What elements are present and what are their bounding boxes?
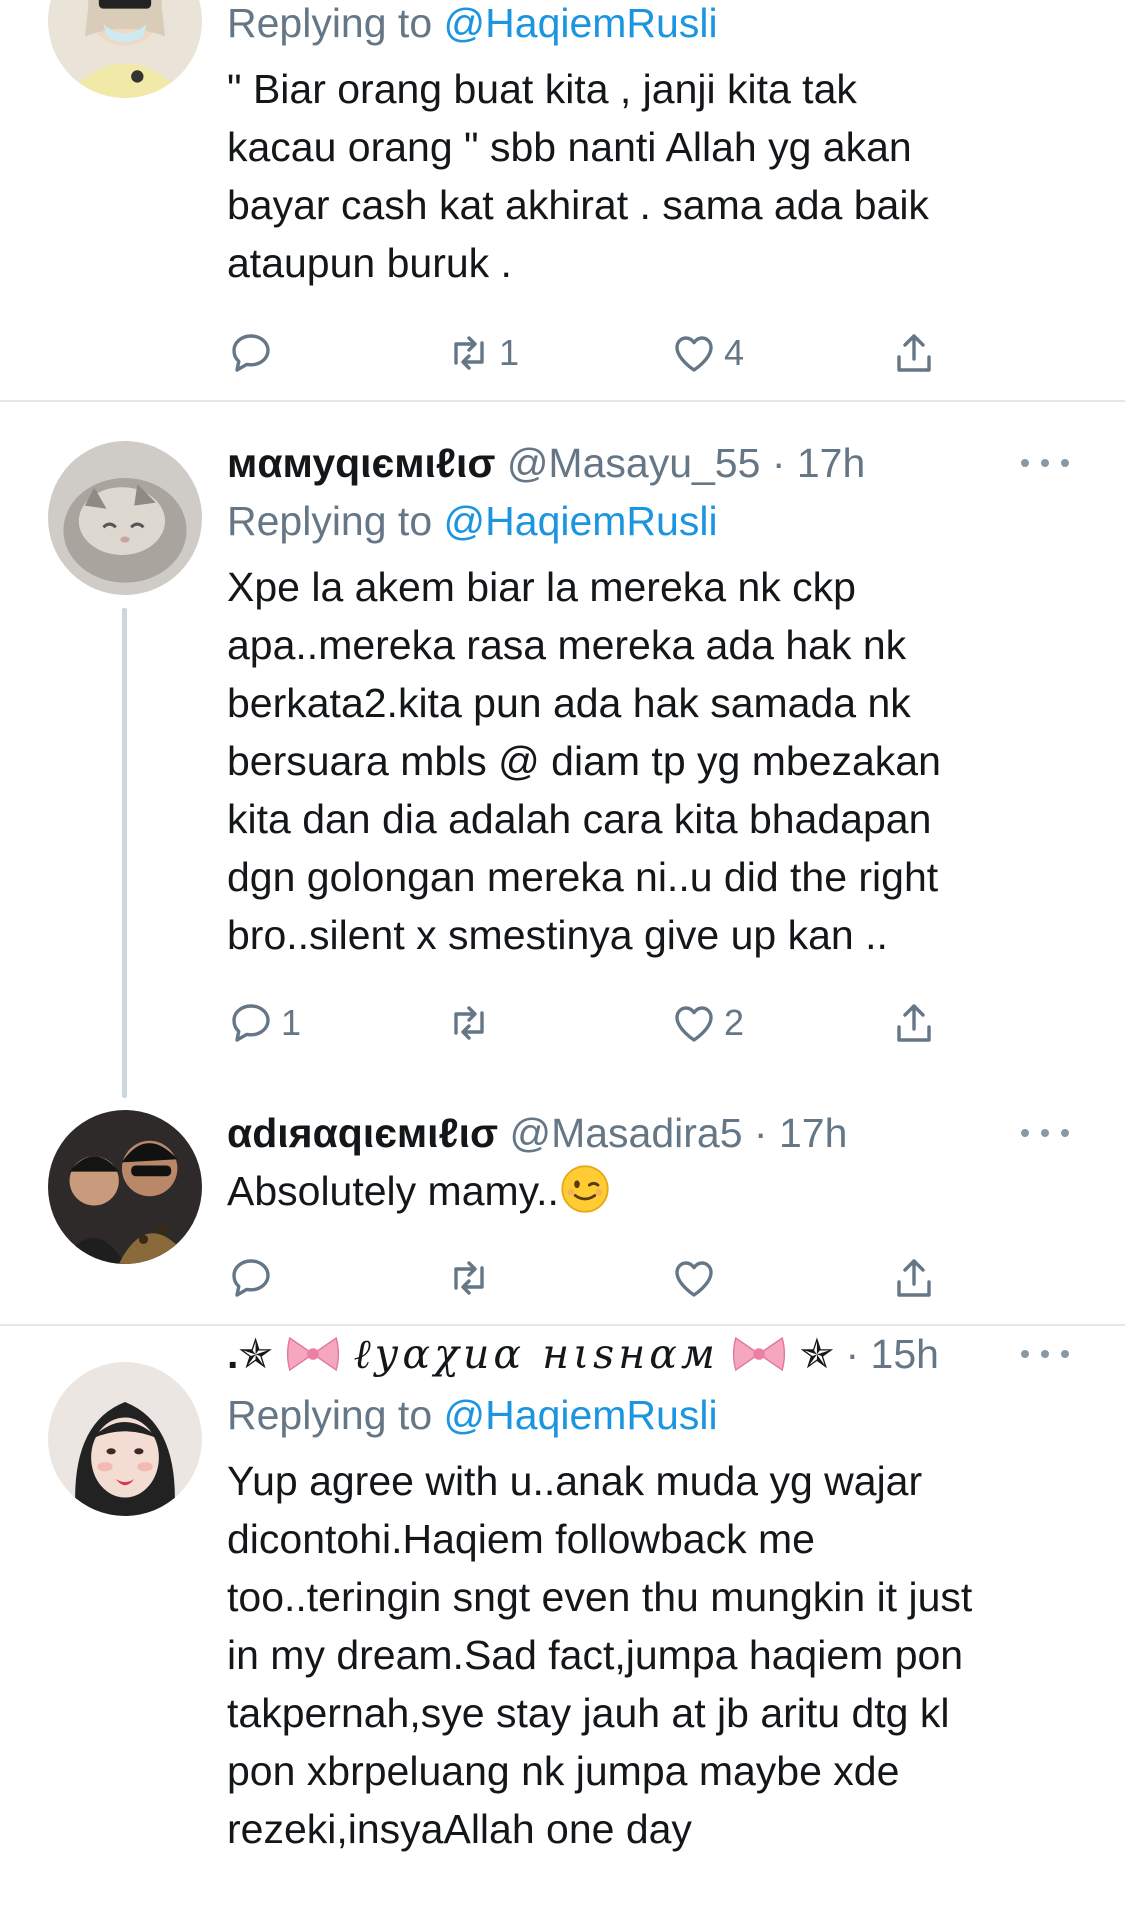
tweet-actions (227, 1249, 1007, 1307)
mention-link[interactable]: @HaqiemRusli (444, 0, 718, 46)
more-icon[interactable] (1021, 434, 1069, 492)
winking-face-icon (559, 1163, 611, 1215)
tweet-text-line: dgn golongan mereka ni..u did the right (227, 854, 939, 900)
retweet-count: 1 (499, 332, 520, 373)
tweet-header: αdιяαqιємιℓισ @Masadira5 · 17h (227, 1104, 1089, 1162)
like-button[interactable]: 2 (670, 994, 744, 1052)
share-button[interactable] (890, 324, 938, 382)
retweet-icon (445, 1254, 493, 1302)
retweet-button[interactable]: 1 (445, 324, 519, 382)
name-prefix: .✯ (227, 1331, 273, 1377)
reply-icon (227, 1254, 275, 1302)
timestamp[interactable]: 17h (797, 440, 865, 486)
tweet-actions: 1 2 (227, 994, 1007, 1052)
share-button[interactable] (890, 1249, 938, 1307)
tweet-text: Yup agree with u..anak muda yg wajar dic… (227, 1452, 1089, 1858)
share-icon (890, 1254, 938, 1302)
retweet-button[interactable] (445, 994, 499, 1052)
tweet-text: " Biar orang buat kita , janji kita tak … (227, 60, 1089, 292)
tweet-text-line: " Biar orang buat kita , janji kita tak (227, 66, 857, 112)
replying-to-label: Replying to (227, 0, 433, 46)
like-icon (670, 1254, 718, 1302)
separator-dot: · (753, 1110, 768, 1156)
like-icon (670, 999, 718, 1047)
reply-icon (227, 999, 275, 1047)
tweet-text-line: dicontohi.Haqiem followback me (227, 1516, 815, 1562)
tweet-text-line: in my dream.Sad fact,jumpa haqiem pon (227, 1632, 964, 1678)
separator-dot: · (845, 1331, 860, 1377)
mention-link[interactable]: @HaqiemRusli (444, 1392, 718, 1438)
more-icon[interactable] (1021, 1104, 1069, 1162)
display-name[interactable]: .✯ ℓуαχиα нιѕнαм ✯ (227, 1330, 845, 1378)
tweet-text-line: apa..mereka rasa mereka ada hak nk (227, 622, 907, 668)
tweet-text-line: Absolutely mamy.. (227, 1168, 559, 1214)
name-suffix: ✯ (799, 1331, 835, 1377)
share-icon (890, 329, 938, 377)
tweet-text-line: bayar cash kat akhirat . sama ada baik (227, 182, 929, 228)
tweet-text-line: bersuara mbls @ diam tp yg mbezakan (227, 738, 941, 784)
tweet-text-line: berkata2.kita pun ada hak samada nk (227, 680, 911, 726)
tweet-feed: Replying to @HaqiemRusli " Biar orang bu… (0, 0, 1125, 1905)
tweet-text-line: bro..silent x smestinya give up kan .. (227, 912, 888, 958)
like-count: 4 (724, 332, 745, 373)
like-button[interactable]: 4 (670, 324, 744, 382)
replying-to: Replying to @HaqiemRusli (227, 1386, 1089, 1444)
retweet-button[interactable] (445, 1249, 499, 1307)
tweet-text-line: Yup agree with u..anak muda yg wajar (227, 1458, 923, 1504)
more-icon[interactable] (1021, 1322, 1069, 1386)
tweet-3[interactable]: αdιяαqιємιℓισ @Masadira5 · 17h Absolutel… (0, 1072, 1125, 1326)
retweet-icon (445, 329, 493, 377)
like-button[interactable] (670, 1249, 724, 1307)
reply-button[interactable] (227, 1249, 281, 1307)
mention-link[interactable]: @HaqiemRusli (444, 498, 718, 544)
timestamp[interactable]: 15h (871, 1331, 939, 1377)
tweet-4[interactable]: .✯ ℓуαχиα нιѕнαм ✯ · 15h Replying to @Ha… (0, 1326, 1125, 1905)
reply-button[interactable]: 1 (227, 994, 301, 1052)
tweet-text: Xpe la akem biar la mereka nk ckp apa..m… (227, 558, 1089, 964)
share-icon (890, 999, 938, 1047)
tweet-header: мαмуqιємιℓισ @Masayu_55 · 17h (227, 434, 1089, 492)
avatar[interactable] (48, 441, 202, 595)
avatar[interactable] (48, 1110, 202, 1264)
display-name[interactable]: мαмуqιємιℓισ (227, 440, 495, 486)
replying-to-label: Replying to (227, 498, 433, 544)
like-icon (670, 329, 718, 377)
reply-count: 1 (281, 1002, 302, 1043)
timestamp[interactable]: 17h (779, 1110, 847, 1156)
tweet-text-line: kita dan dia adalah cara kita bhadapan (227, 796, 932, 842)
tweet-1[interactable]: Replying to @HaqiemRusli " Biar orang bu… (0, 0, 1125, 402)
tweet-header: .✯ ℓуαχиα нιѕнαм ✯ · 15h (227, 1322, 1089, 1386)
reply-icon (227, 329, 275, 377)
tweet-text-line: too..teringin sngt even thu mungkin it j… (227, 1574, 973, 1620)
name-core: ℓуαχиα нιѕнαм (353, 1330, 719, 1378)
share-button[interactable] (890, 994, 938, 1052)
tweet-text-line: ataupun buruk . (227, 240, 512, 286)
user-handle[interactable]: @Masayu_55 (507, 440, 761, 486)
tweet-text-line: pon xbrpeluang nk jumpa maybe xde (227, 1748, 900, 1794)
ribbon-icon (284, 1330, 342, 1374)
avatar[interactable] (48, 1362, 202, 1516)
replying-to-label: Replying to (227, 1392, 433, 1438)
user-handle[interactable]: @Masadira5 (509, 1110, 742, 1156)
replying-to: Replying to @HaqiemRusli (227, 0, 1089, 52)
tweet-actions: 1 4 (227, 324, 1007, 382)
reply-button[interactable] (227, 324, 281, 382)
tweet-2[interactable]: мαмуqιємιℓισ @Masayu_55 · 17h Replying t… (0, 402, 1125, 1098)
tweet-text-line: kacau orang " sbb nanti Allah yg akan (227, 124, 912, 170)
separator-dot: · (771, 440, 786, 486)
tweet-text-line: rezeki,insyaAllah one day (227, 1806, 692, 1852)
replying-to: Replying to @HaqiemRusli (227, 492, 1089, 550)
avatar[interactable] (48, 0, 202, 98)
tweet-text-line: Xpe la akem biar la mereka nk ckp (227, 564, 856, 610)
retweet-icon (445, 999, 493, 1047)
display-name[interactable]: αdιяαqιємιℓισ (227, 1110, 498, 1156)
like-count: 2 (724, 1002, 745, 1043)
thread-line (122, 608, 127, 1098)
tweet-text-line: takpernah,sye stay jauh at jb aritu dtg … (227, 1690, 950, 1736)
tweet-text: Absolutely mamy.. (227, 1162, 1089, 1220)
ribbon-icon (730, 1330, 788, 1374)
